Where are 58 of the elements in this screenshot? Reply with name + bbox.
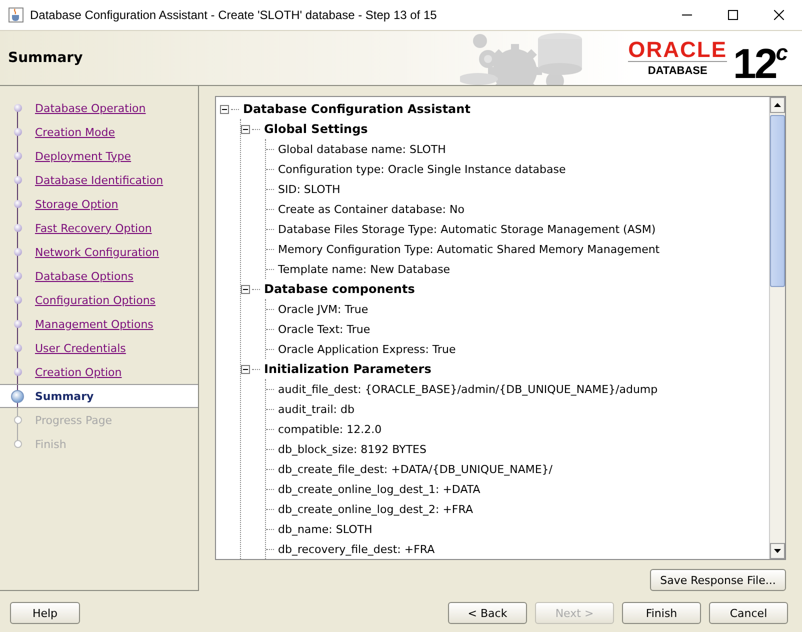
tree-item[interactable]: db_create_online_log_dest_1: +DATA xyxy=(278,482,480,496)
tree-item[interactable]: Oracle Application Express: True xyxy=(278,342,456,356)
collapse-icon[interactable] xyxy=(241,284,250,294)
close-icon[interactable] xyxy=(774,10,784,20)
step-link[interactable]: Database Operation xyxy=(35,102,146,114)
tree-item[interactable]: db_recovery_file_dest: +FRA xyxy=(278,542,435,556)
collapse-icon[interactable] xyxy=(241,124,250,134)
tree-item[interactable]: audit_file_dest: {ORACLE_BASE}/admin/{DB_UNIQUE_NAME}/adump xyxy=(278,382,658,396)
step-link[interactable]: Creation Option xyxy=(35,366,122,378)
step-label: Progress Page xyxy=(35,414,112,426)
tree-item[interactable]: SID: SLOTH xyxy=(278,182,340,196)
tree-group-label[interactable]: Database Configuration Assistant xyxy=(243,102,470,116)
wizard-button[interactable]: Finish xyxy=(622,602,701,624)
tree-item[interactable]: Oracle Text: True xyxy=(278,322,370,336)
logo-version: 12$^{c}$ xyxy=(733,38,788,84)
tree-item[interactable]: Memory Configuration Type: Automatic Shared Memory Management xyxy=(278,242,660,256)
tree-item[interactable]: db_name: SLOTH xyxy=(278,522,372,536)
tree-item[interactable]: db_block_size: 8192 BYTES xyxy=(278,442,426,456)
step-link[interactable]: Deployment Type xyxy=(35,150,132,162)
window-title: Database Configuration Assistant - Create 'SLOTH' database - Step 13 of 15 xyxy=(30,8,438,22)
step-label: Finish xyxy=(35,438,66,450)
tree-group-label[interactable]: Database components xyxy=(264,282,415,296)
help-button[interactable]: Help xyxy=(10,602,80,624)
collapse-icon[interactable] xyxy=(241,364,250,374)
step-link[interactable]: Creation Mode xyxy=(35,126,116,138)
collapse-icon[interactable] xyxy=(220,104,229,114)
tree-item[interactable]: Database Files Storage Type: Automatic Storage Management (ASM) xyxy=(278,222,656,236)
java-cup-icon xyxy=(8,7,24,23)
wizard-button[interactable]: < Back xyxy=(448,602,527,624)
step-link[interactable]: User Credentials xyxy=(35,342,126,354)
tree-item[interactable]: db_create_online_log_dest_2: +FRA xyxy=(278,502,473,516)
logo-product: DATABASE xyxy=(648,65,708,77)
tree-item[interactable]: Template name: New Database xyxy=(278,262,450,276)
page-title: Summary xyxy=(8,50,84,66)
step-link[interactable]: Management Options xyxy=(35,318,154,330)
tree-item[interactable]: compatible: 12.2.0 xyxy=(278,422,382,436)
step-link[interactable]: Database Identification xyxy=(35,174,164,186)
maximize-icon[interactable] xyxy=(728,10,738,20)
step-link[interactable]: Network Configuration xyxy=(35,246,160,258)
step-link[interactable]: Storage Option xyxy=(35,198,118,210)
scroll-up-icon[interactable] xyxy=(774,103,781,107)
tree-item[interactable]: Global database name: SLOTH xyxy=(278,142,446,156)
tree-item[interactable]: Create as Container database: No xyxy=(278,202,464,216)
tree-item[interactable]: audit_trail: db xyxy=(278,402,354,416)
step-label: Summary xyxy=(35,390,94,402)
tree-item[interactable]: db_create_file_dest: +DATA/{DB_UNIQUE_NAME}/ xyxy=(278,462,552,476)
tree-item[interactable]: Oracle JVM: True xyxy=(278,302,368,316)
scroll-down-icon[interactable] xyxy=(774,549,781,553)
scrollbar[interactable] xyxy=(769,97,785,559)
tree-item[interactable]: Configuration type: Oracle Single Instance database xyxy=(278,162,566,176)
logo-brand: ORACLE xyxy=(628,39,728,62)
step-link[interactable]: Configuration Options xyxy=(35,294,156,306)
step-link[interactable]: Fast Recovery Option xyxy=(35,222,152,234)
save-response-file-button[interactable]: Save Response File... xyxy=(650,569,786,591)
wizard-button[interactable]: Cancel xyxy=(709,602,788,624)
tree-group-label[interactable]: Global Settings xyxy=(264,122,368,136)
step-link[interactable]: Database Options xyxy=(35,270,134,282)
tree-group-label[interactable]: Initialization Parameters xyxy=(264,362,432,376)
